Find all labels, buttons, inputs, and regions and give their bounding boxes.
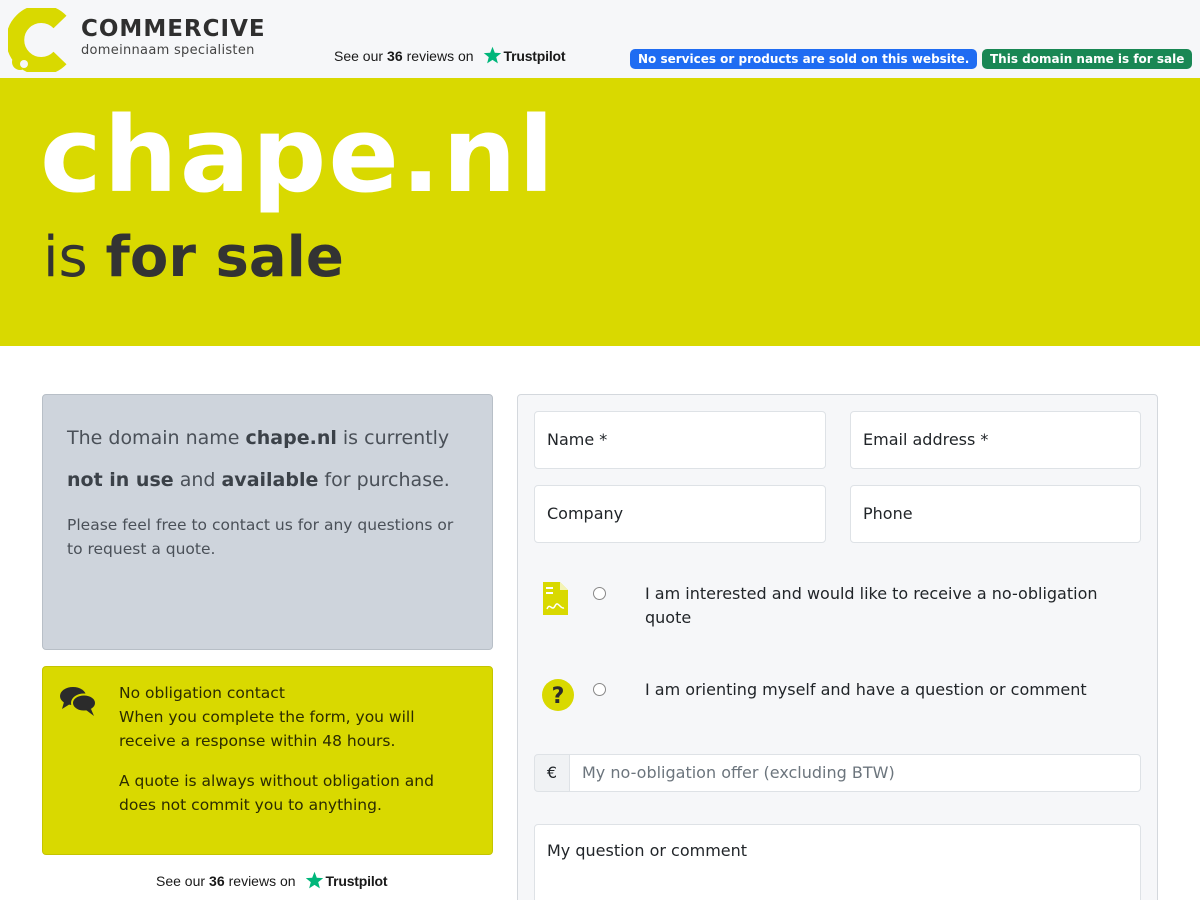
no-obligation-contact-box: No obligation contact When you complete … (42, 666, 493, 855)
chat-bubbles-icon (60, 687, 97, 716)
phone-field[interactable]: Phone (850, 485, 1141, 543)
domain-title: chape.nl (40, 94, 557, 216)
email-field[interactable]: Email address * (850, 411, 1141, 469)
info-text-4: for purchase. (318, 469, 450, 491)
commercive-logo-icon[interactable] (8, 8, 72, 72)
trustpilot-star-icon (483, 46, 501, 64)
trustpilot-suffix: reviews on (228, 872, 296, 889)
offer-input[interactable]: My no-obligation offer (excluding BTW) (569, 754, 1141, 792)
info-not-in-use: not in use (67, 469, 174, 491)
question-option-label[interactable]: I am orienting myself and have a questio… (645, 678, 1125, 702)
question-radio[interactable] (593, 683, 606, 696)
contact-response-text: When you complete the form, you will rec… (119, 708, 415, 750)
info-text-1: The domain name (67, 427, 246, 449)
trustpilot-brand: Trustpilot (503, 47, 566, 64)
quote-document-icon (543, 582, 568, 615)
info-text-2: is currently (336, 427, 450, 449)
domain-status-text: The domain name chape.nl is currently no… (67, 417, 468, 501)
name-field[interactable]: Name * (534, 411, 826, 469)
brand-tagline: domeinnaam specialisten (81, 43, 255, 58)
contact-title: No obligation contact (119, 684, 285, 702)
company-field[interactable]: Company (534, 485, 826, 543)
trustpilot-reviews-link[interactable]: See our 36 reviews on Trustpilot (334, 46, 566, 65)
trustpilot-prefix: See our (156, 872, 206, 889)
currency-prefix: € (534, 754, 570, 792)
question-icon: ? (542, 679, 574, 711)
trustpilot-count: 36 (209, 872, 225, 889)
contact-text: No obligation contact When you complete … (119, 681, 469, 833)
hero-banner: chape.nl is for sale (0, 78, 1200, 346)
quote-option-label[interactable]: I am interested and would like to receiv… (645, 582, 1125, 630)
quote-radio[interactable] (593, 587, 606, 600)
contact-quote-text: A quote is always without obligation and… (119, 772, 434, 814)
trustpilot-count: 36 (387, 47, 403, 64)
no-sales-badge: No services or products are sold on this… (630, 49, 978, 69)
info-subtext: Please feel free to contact us for any q… (67, 516, 454, 558)
svg-text:?: ? (552, 684, 565, 709)
brand-name: COMMERCIVE (81, 16, 266, 42)
trustpilot-suffix: reviews on (406, 47, 474, 64)
trustpilot-star-icon (305, 871, 323, 889)
is-text: is (43, 225, 88, 290)
info-domain: chape.nl (245, 427, 337, 449)
domain-info-box: The domain name chape.nl is currently no… (42, 394, 493, 650)
info-text-3: and (173, 469, 222, 491)
for-sale-text: for sale (105, 225, 344, 290)
question-textarea[interactable]: My question or comment (534, 824, 1141, 900)
for-sale-badge: This domain name is for sale (982, 49, 1193, 69)
trustpilot-reviews-link-bottom[interactable]: See our 36 reviews on Trustpilot (156, 871, 388, 890)
for-sale-heading: is for sale (43, 224, 344, 291)
trustpilot-brand: Trustpilot (325, 872, 388, 889)
info-available: available (221, 469, 319, 491)
trustpilot-prefix: See our (334, 47, 384, 64)
